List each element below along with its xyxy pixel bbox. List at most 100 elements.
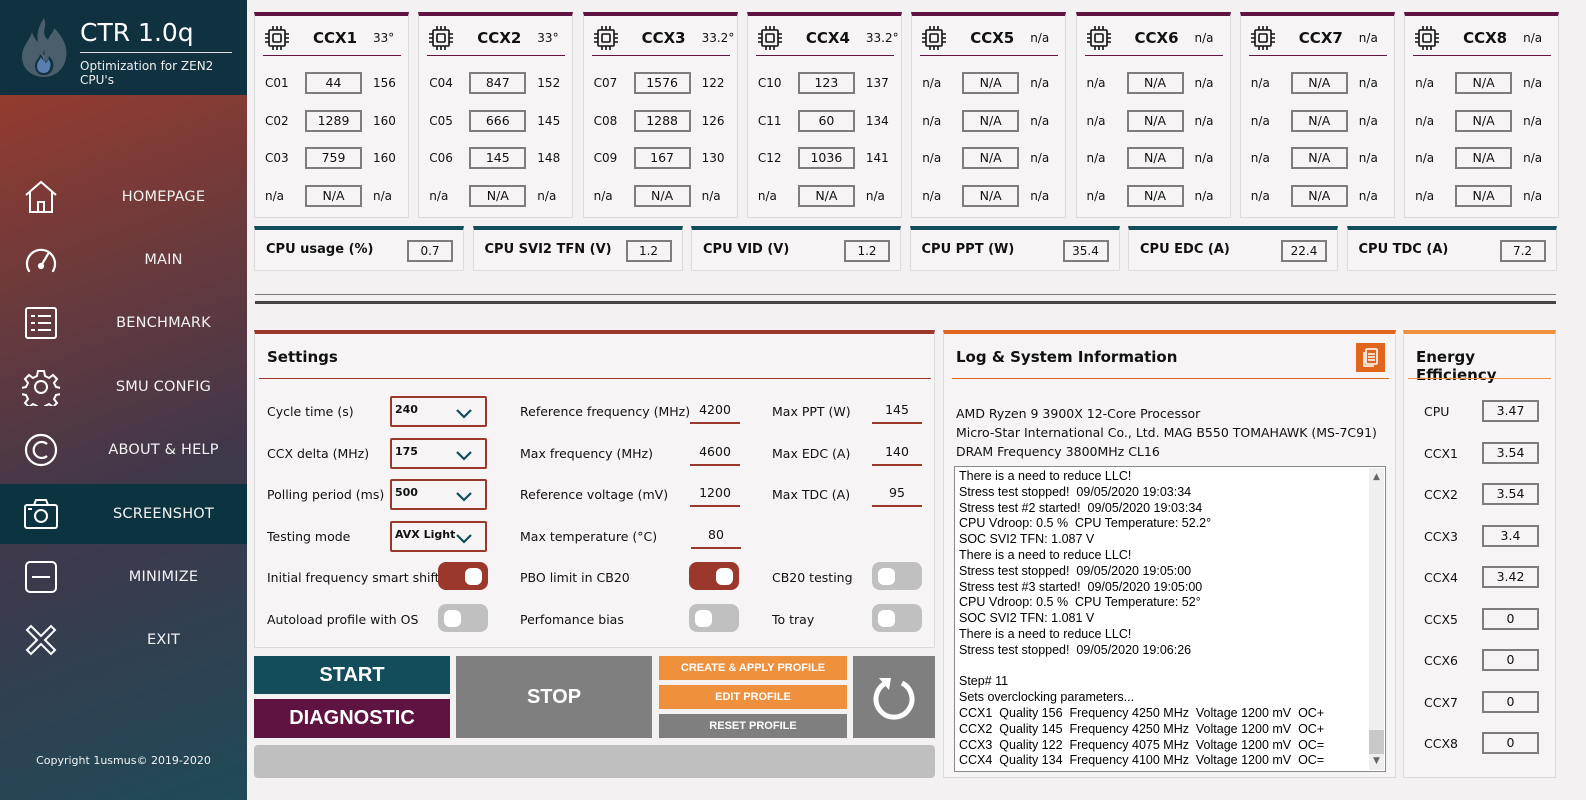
cpu-name: AMD Ryzen 9 3900X 12-Core Processor [956, 406, 1201, 421]
nav-main[interactable]: MAIN [0, 230, 247, 290]
core-value: 60 [797, 109, 855, 132]
core-value: N/A [1455, 72, 1513, 94]
core-id: C04 [429, 76, 453, 90]
nav-smu-config[interactable]: SMU CONFIG [0, 357, 247, 417]
core-row: C11 60 134 [757, 109, 893, 132]
stop-button[interactable]: STOP [456, 656, 652, 738]
log-line: There is a need to reduce LLC! [959, 547, 1132, 562]
core-quality: n/a [1358, 113, 1378, 128]
pbo-limit-toggle[interactable] [689, 562, 739, 590]
scroll-thumb[interactable] [1369, 730, 1384, 754]
core-quality: n/a [373, 188, 393, 203]
performance-bias-toggle[interactable] [689, 604, 739, 632]
core-quality: 160 [373, 151, 396, 165]
core-value: N/A [1455, 184, 1513, 207]
nav-exit[interactable]: EXIT [0, 610, 247, 670]
max-tdc-label: Max TDC (A) [772, 487, 851, 502]
max-ppt-input[interactable]: 145 [872, 402, 922, 424]
core-quality: n/a [1030, 188, 1050, 203]
ccx-delta-dropdown[interactable]: 175 [390, 438, 487, 469]
core-row: C01 44 156 [265, 72, 400, 94]
smart-shift-toggle[interactable] [438, 562, 488, 590]
nav-minimize[interactable]: MINIMIZE [0, 547, 247, 607]
core-row: n/a N/A n/a [922, 109, 1057, 132]
diagnostic-button[interactable]: DIAGNOSTIC [254, 699, 450, 738]
scroll-up-icon[interactable]: ▲ [1369, 470, 1384, 484]
refresh-button[interactable] [853, 656, 935, 738]
core-id: n/a [265, 188, 285, 203]
core-id: C12 [757, 151, 782, 165]
log-line: CCX2 Quality 145 Frequency 4250 MHz Volt… [959, 721, 1325, 736]
ccx-card-4: CCX4 33.2° C10 123 137 C11 60 134 C12 1036 141 n/a N… [746, 12, 902, 218]
core-row: C02 1289 160 [265, 109, 400, 132]
max-edc-input[interactable]: 140 [872, 444, 922, 466]
core-id: n/a [922, 188, 942, 203]
cpu-chip-icon [265, 26, 289, 50]
energy-row: CCX5 0 [1424, 607, 1544, 630]
max-frequency-input[interactable]: 4600 [690, 444, 740, 466]
reference-frequency-input[interactable]: 4200 [690, 402, 740, 424]
toggle-knob [878, 610, 895, 627]
core-id: n/a [1250, 76, 1270, 90]
camera-icon [24, 499, 58, 529]
cpu-chip-icon [1086, 26, 1111, 50]
cycle-time-dropdown[interactable]: 240 [390, 396, 487, 427]
core-quality: n/a [1194, 188, 1214, 203]
autoload-label: Autoload profile with OS [267, 612, 419, 627]
log-scrollbar[interactable]: ▲ ▼ [1369, 468, 1384, 770]
reset-profile-button[interactable]: RESET PROFILE [659, 714, 847, 738]
ccx-temperature: 33° [537, 31, 559, 45]
nav-benchmark[interactable]: BENCHMARK [0, 293, 247, 353]
log-lines: There is a need to reduce LLC! Stress tes… [959, 469, 1324, 769]
nav-screenshot[interactable]: SCREENSHOT [0, 484, 247, 544]
gear-icon [22, 370, 60, 406]
energy-label: CPU [1424, 404, 1450, 419]
to-tray-toggle[interactable] [872, 604, 922, 632]
core-value: 666 [469, 109, 527, 132]
core-quality: n/a [1358, 76, 1378, 90]
speedometer-icon [25, 248, 57, 273]
core-value: 1288 [633, 109, 691, 132]
copy-log-button[interactable] [1356, 343, 1385, 372]
cpu-chip-icon [593, 26, 618, 50]
core-value: N/A [962, 184, 1020, 207]
energy-value: 3.47 [1482, 400, 1539, 422]
log-line: CCX4 Quality 134 Frequency 4100 MHz Volt… [959, 753, 1325, 768]
core-value: N/A [1455, 109, 1513, 132]
start-button[interactable]: START [254, 656, 450, 694]
nav-benchmark-label: BENCHMARK [116, 315, 211, 331]
core-quality: n/a [1358, 188, 1378, 203]
nav-about-help[interactable]: ABOUT & HELP [0, 420, 247, 480]
core-id: C11 [757, 113, 782, 128]
core-value: N/A [633, 184, 691, 207]
log-line: CCX3 Quality 122 Frequency 4075 MHz Volt… [959, 737, 1325, 752]
cb20-testing-toggle[interactable] [872, 562, 922, 590]
core-value: N/A [962, 147, 1020, 169]
core-id: n/a [1086, 76, 1106, 90]
nav-homepage[interactable]: HOMEPAGE [0, 167, 247, 227]
create-apply-profile-button[interactable]: CREATE & APPLY PROFILE [659, 656, 847, 680]
core-quality: n/a [1358, 151, 1378, 165]
max-frequency-label: Max frequency (MHz) [520, 446, 653, 461]
nav-exit-label: EXIT [146, 632, 181, 648]
scroll-down-icon[interactable]: ▼ [1369, 754, 1384, 768]
ccx-delta-value: 175 [395, 445, 418, 458]
core-id: C07 [593, 76, 618, 90]
polling-period-dropdown[interactable]: 500 [390, 479, 487, 510]
edit-profile-button[interactable]: EDIT PROFILE [659, 685, 847, 709]
reference-voltage-input[interactable]: 1200 [690, 485, 740, 507]
core-row: n/a N/A n/a [922, 147, 1057, 169]
max-temperature-input[interactable]: 80 [691, 527, 741, 549]
nav-smu-config-label: SMU CONFIG [115, 379, 212, 395]
core-id: n/a [1086, 151, 1106, 165]
log-textarea[interactable]: There is a need to reduce LLC! Stress tes… [954, 466, 1386, 772]
max-tdc-input[interactable]: 95 [872, 485, 922, 507]
core-value: N/A [305, 184, 362, 207]
autoload-toggle[interactable] [438, 604, 488, 632]
core-row: n/a N/A n/a [1087, 147, 1222, 169]
ccx-temperature: n/a [1523, 31, 1543, 45]
testing-mode-dropdown[interactable]: AVX Light [390, 521, 487, 552]
toggle-knob [695, 610, 712, 627]
core-id: C03 [265, 151, 289, 165]
nav-minimize-label: MINIMIZE [128, 569, 199, 585]
